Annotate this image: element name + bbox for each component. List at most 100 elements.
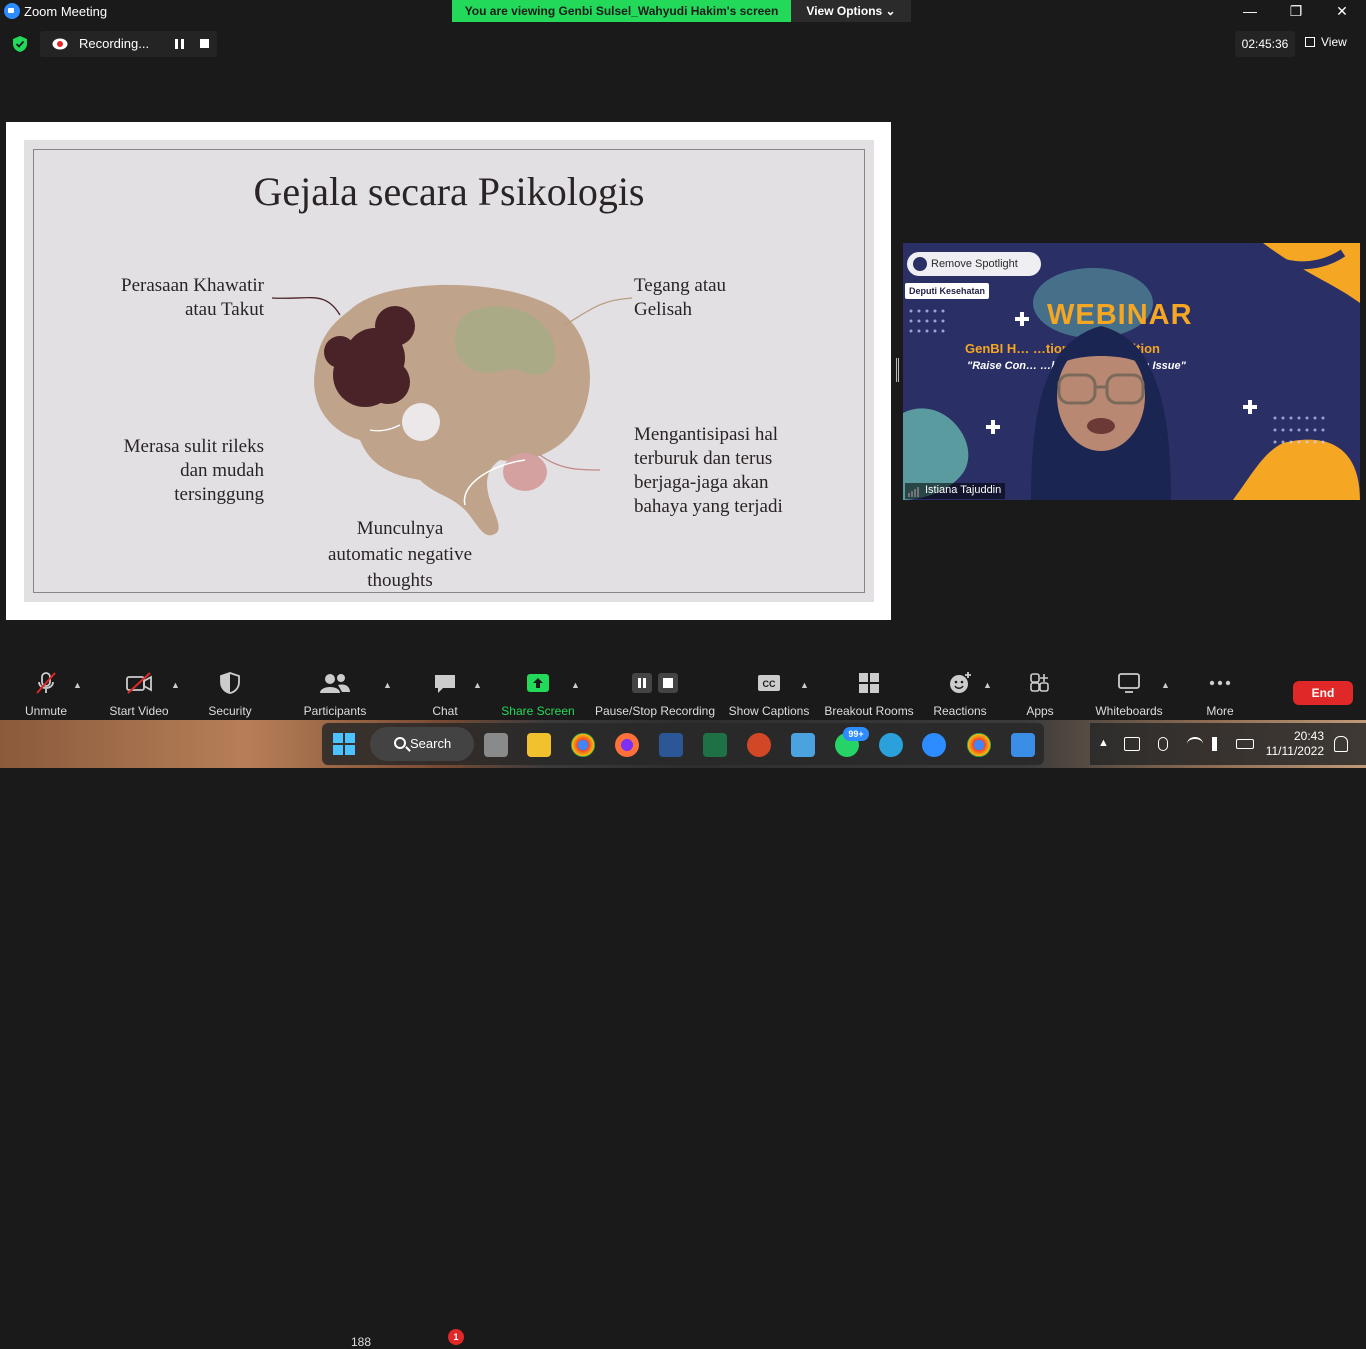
taskbar-clock[interactable]: 20:43 11/11/2022 bbox=[1264, 729, 1324, 759]
remove-spotlight-button[interactable]: Remove Spotlight bbox=[907, 252, 1041, 276]
speaker-video-tile[interactable]: WEBINAR GenBI H… …tional Competition "Ra… bbox=[903, 243, 1360, 500]
chrome-icon[interactable] bbox=[571, 733, 595, 757]
reactions-smiley-icon bbox=[950, 672, 971, 693]
encryption-shield-icon[interactable] bbox=[12, 35, 28, 53]
microphone-muted-icon bbox=[36, 672, 56, 694]
participants-label: Participants bbox=[303, 704, 367, 718]
chat-label: Chat bbox=[432, 704, 458, 718]
maximize-button[interactable]: ❐ bbox=[1273, 0, 1319, 22]
video-options-caret[interactable]: ▲ bbox=[171, 680, 180, 690]
excel-icon[interactable] bbox=[703, 733, 727, 757]
recording-indicator: Recording... bbox=[40, 31, 217, 57]
powerpoint-icon[interactable] bbox=[747, 733, 771, 757]
stop-recording-button[interactable] bbox=[200, 39, 209, 48]
word-icon[interactable] bbox=[659, 733, 683, 757]
chat-options-caret[interactable]: ▲ bbox=[473, 680, 482, 690]
close-button[interactable]: ✕ bbox=[1319, 0, 1365, 22]
chrome-profile-icon[interactable] bbox=[967, 733, 991, 757]
split-view-drag-handle[interactable] bbox=[896, 358, 899, 382]
clock-time: 20:43 bbox=[1293, 729, 1324, 743]
chat-button[interactable]: Chat bbox=[426, 670, 464, 720]
symptom-tense: Tegang atau Gelisah bbox=[634, 275, 727, 320]
more-button[interactable]: More bbox=[1200, 670, 1240, 720]
pause-icon bbox=[632, 673, 652, 693]
task-view-icon[interactable] bbox=[484, 733, 508, 757]
view-button-label: View bbox=[1321, 35, 1347, 49]
security-label: Security bbox=[208, 704, 252, 718]
whiteboards-options-caret[interactable]: ▲ bbox=[1161, 680, 1170, 690]
participants-options-caret[interactable]: ▲ bbox=[383, 680, 392, 690]
whiteboard-icon bbox=[1118, 673, 1140, 693]
captions-options-caret[interactable]: ▲ bbox=[800, 680, 809, 690]
start-video-button[interactable]: Start Video bbox=[104, 670, 174, 720]
clock-date: 11/11/2022 bbox=[1265, 744, 1324, 758]
recording-label: Recording... bbox=[79, 36, 150, 51]
apps-label: Apps bbox=[1026, 704, 1054, 718]
whiteboards-button[interactable]: Whiteboards bbox=[1092, 670, 1166, 720]
notepad-icon[interactable] bbox=[791, 733, 815, 757]
keyboard-icon[interactable] bbox=[1124, 737, 1140, 751]
window-title: Zoom Meeting bbox=[24, 4, 108, 19]
end-meeting-button[interactable]: End bbox=[1293, 681, 1353, 705]
apps-icon bbox=[1030, 673, 1049, 692]
apps-button[interactable]: Apps bbox=[1020, 670, 1060, 720]
battery-icon[interactable] bbox=[1236, 739, 1254, 749]
svg-text:CC: CC bbox=[763, 679, 776, 689]
symptom-worry: Perasaan Khawatir atau Takut bbox=[121, 275, 264, 320]
microphone-tray-icon[interactable] bbox=[1158, 737, 1168, 751]
viewing-screen-banner: You are viewing Genbi Sulsel_Wahyudi Hak… bbox=[452, 0, 791, 22]
taskbar-search-label: Search bbox=[410, 736, 452, 751]
zoom-taskbar-icon[interactable] bbox=[922, 733, 946, 757]
pause-stop-recording-label: Pause/Stop Recording bbox=[594, 704, 716, 718]
file-explorer-icon[interactable] bbox=[527, 733, 551, 757]
symptom-negative-thoughts: Munculnya automatic negative thoughts bbox=[327, 518, 473, 591]
breakout-rooms-label: Breakout Rooms bbox=[824, 704, 914, 718]
deputi-label: Deputi Kesehatan bbox=[905, 283, 990, 299]
meeting-toolbar: Unmute ▲ Start Video ▲ Security Particip… bbox=[0, 660, 1366, 1349]
reactions-button[interactable]: Reactions bbox=[930, 670, 990, 720]
video-camera-off-icon bbox=[126, 672, 152, 694]
view-options-label: View Options bbox=[806, 4, 883, 18]
participant-name-label: Istiana Tajuddin bbox=[905, 483, 1006, 499]
window-titlebar: Zoom Meeting You are viewing Genbi Sulse… bbox=[0, 0, 1366, 22]
share-screen-icon bbox=[527, 674, 549, 692]
more-dots-icon bbox=[1209, 680, 1231, 686]
breakout-rooms-button[interactable]: Breakout Rooms bbox=[824, 670, 914, 720]
symptom-anticipate: Mengantisipasi hal terburuk dan terus be… bbox=[634, 424, 783, 517]
pause-stop-recording-button[interactable]: Pause/Stop Recording bbox=[594, 670, 716, 720]
stop-icon bbox=[658, 673, 678, 693]
show-hidden-icons-icon[interactable]: ▲ bbox=[1098, 737, 1114, 751]
share-options-caret[interactable]: ▲ bbox=[571, 680, 580, 690]
participants-icon bbox=[320, 674, 350, 693]
participants-count: 188 bbox=[351, 1335, 372, 1349]
symptom-irritable: Merasa sulit rileks dan mudah tersinggun… bbox=[123, 436, 264, 505]
telegram-icon[interactable] bbox=[879, 733, 903, 757]
taskbar-search-box[interactable]: Search bbox=[370, 727, 474, 761]
share-screen-label: Share Screen bbox=[501, 704, 575, 718]
participants-button[interactable]: Participants bbox=[300, 670, 370, 720]
cloud-record-icon bbox=[52, 38, 68, 50]
security-button[interactable]: Security bbox=[204, 670, 256, 720]
wifi-icon[interactable] bbox=[1187, 737, 1203, 751]
share-screen-button[interactable]: Share Screen bbox=[500, 670, 576, 720]
view-button[interactable]: View bbox=[1305, 35, 1347, 49]
grid-view-icon bbox=[1305, 37, 1315, 47]
remove-spotlight-label: Remove Spotlight bbox=[931, 258, 1018, 270]
volume-icon[interactable] bbox=[1212, 737, 1224, 751]
pause-recording-button[interactable] bbox=[175, 39, 185, 49]
unmute-button[interactable]: Unmute bbox=[18, 670, 74, 720]
firefox-icon[interactable] bbox=[615, 733, 639, 757]
show-captions-label: Show Captions bbox=[728, 704, 810, 718]
chat-unread-badge: 1 bbox=[448, 1329, 464, 1345]
show-captions-button[interactable]: CC Show Captions bbox=[728, 670, 810, 720]
reactions-options-caret[interactable]: ▲ bbox=[983, 680, 992, 690]
whatsapp-unread-badge: 99+ bbox=[843, 727, 869, 741]
view-options-button[interactable]: View Options ⌄ bbox=[791, 0, 911, 22]
meeting-timer: 02:45:36 bbox=[1235, 31, 1295, 57]
photos-icon[interactable] bbox=[1011, 733, 1035, 757]
notifications-bell-icon[interactable] bbox=[1334, 736, 1348, 752]
zoom-logo-icon bbox=[4, 3, 20, 19]
minimize-button[interactable]: — bbox=[1227, 0, 1273, 22]
audio-options-caret[interactable]: ▲ bbox=[73, 680, 82, 690]
windows-start-icon[interactable] bbox=[333, 733, 355, 755]
